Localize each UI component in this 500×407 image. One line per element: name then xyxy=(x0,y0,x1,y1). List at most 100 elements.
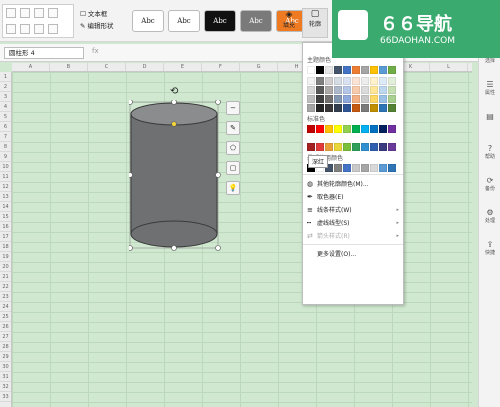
color-swatch[interactable] xyxy=(352,104,360,112)
color-swatch[interactable] xyxy=(370,66,378,74)
color-swatch[interactable] xyxy=(352,77,360,85)
color-swatch[interactable] xyxy=(343,104,351,112)
row-header[interactable]: 26 xyxy=(0,322,11,332)
color-swatch[interactable] xyxy=(352,66,360,74)
row-header[interactable]: 6 xyxy=(0,122,11,132)
row-header[interactable]: 13 xyxy=(0,192,11,202)
shape-fill-icon[interactable]: ⬠ xyxy=(226,141,240,155)
line-style-swatch[interactable] xyxy=(48,8,58,18)
column-header[interactable]: F xyxy=(202,63,240,71)
row-header[interactable]: 3 xyxy=(0,92,11,102)
row-header[interactable]: 22 xyxy=(0,282,11,292)
row-header[interactable]: 33 xyxy=(0,392,11,402)
row-header[interactable]: 10 xyxy=(0,162,11,172)
color-swatch[interactable] xyxy=(361,125,369,133)
line-style-swatch[interactable] xyxy=(20,24,30,34)
side-panel-item[interactable]: ⇪ 快捷 xyxy=(479,240,500,266)
row-header[interactable]: 29 xyxy=(0,352,11,362)
side-panel-item[interactable]: ⚙ 处理 xyxy=(479,208,500,234)
line-style-swatch[interactable] xyxy=(48,24,58,34)
menu-item[interactable]: ✒ 取色器(E) xyxy=(303,190,403,203)
column-header[interactable]: C xyxy=(88,63,126,71)
color-swatch[interactable] xyxy=(334,86,342,94)
minus-icon[interactable]: − xyxy=(226,101,240,115)
color-swatch[interactable] xyxy=(316,125,324,133)
color-swatch[interactable] xyxy=(334,66,342,74)
row-header[interactable]: 4 xyxy=(0,102,11,112)
color-swatch[interactable] xyxy=(325,104,333,112)
color-swatch[interactable] xyxy=(316,143,324,151)
outline-button[interactable]: ▢ 轮廓 xyxy=(302,8,328,38)
color-swatch[interactable] xyxy=(370,95,378,103)
side-panel-item[interactable]: ? 帮助 xyxy=(479,144,500,170)
color-swatch[interactable] xyxy=(334,77,342,85)
row-header[interactable]: 17 xyxy=(0,232,11,242)
row-header[interactable]: 14 xyxy=(0,202,11,212)
color-swatch[interactable] xyxy=(334,104,342,112)
row-header[interactable]: 24 xyxy=(0,302,11,312)
line-style-swatch[interactable] xyxy=(20,8,30,18)
color-swatch[interactable] xyxy=(316,95,324,103)
color-swatch[interactable] xyxy=(343,95,351,103)
color-swatch[interactable] xyxy=(307,95,315,103)
color-swatch[interactable] xyxy=(388,164,396,172)
color-swatch[interactable] xyxy=(379,143,387,151)
row-header[interactable]: 30 xyxy=(0,362,11,372)
color-swatch[interactable] xyxy=(361,164,369,172)
menu-item[interactable]: ◍ 其他轮廓颜色(M)... xyxy=(303,177,403,190)
crop-icon[interactable]: ▢ xyxy=(226,161,240,175)
line-styles-gallery[interactable] xyxy=(2,4,74,38)
shape-style-button[interactable]: Abc xyxy=(204,10,236,32)
fill-button[interactable]: ◈ 填充 xyxy=(280,10,298,36)
color-swatch[interactable] xyxy=(361,77,369,85)
color-swatch[interactable] xyxy=(325,86,333,94)
color-swatch[interactable] xyxy=(370,77,378,85)
row-header[interactable]: 16 xyxy=(0,222,11,232)
column-header[interactable]: A xyxy=(12,63,50,71)
line-style-swatch[interactable] xyxy=(6,24,16,34)
color-swatch[interactable] xyxy=(325,95,333,103)
row-header[interactable]: 12 xyxy=(0,182,11,192)
text-box-button[interactable]: ☐ 文本框 xyxy=(80,8,114,20)
color-swatch[interactable] xyxy=(388,143,396,151)
side-panel-item[interactable]: ☰ 属性 xyxy=(479,80,500,106)
row-header[interactable]: 25 xyxy=(0,312,11,322)
line-style-swatch[interactable] xyxy=(34,8,44,18)
row-header[interactable]: 21 xyxy=(0,272,11,282)
fx-icon[interactable]: fx xyxy=(92,47,99,55)
color-swatch[interactable] xyxy=(379,125,387,133)
color-swatch[interactable] xyxy=(352,95,360,103)
color-swatch[interactable] xyxy=(388,125,396,133)
row-header[interactable]: 11 xyxy=(0,172,11,182)
column-header[interactable]: L xyxy=(430,63,468,71)
color-swatch[interactable] xyxy=(307,125,315,133)
color-swatch[interactable] xyxy=(334,95,342,103)
color-swatch[interactable] xyxy=(334,125,342,133)
color-swatch[interactable] xyxy=(388,66,396,74)
color-swatch[interactable] xyxy=(388,77,396,85)
row-header[interactable]: 7 xyxy=(0,132,11,142)
row-header[interactable]: 20 xyxy=(0,262,11,272)
color-swatch[interactable] xyxy=(370,125,378,133)
color-swatch[interactable] xyxy=(379,66,387,74)
row-header[interactable]: 28 xyxy=(0,342,11,352)
rotate-handle-icon[interactable]: ⟲ xyxy=(170,86,178,97)
row-header[interactable]: 27 xyxy=(0,332,11,342)
pen-icon[interactable]: ✎ xyxy=(226,121,240,135)
color-swatch[interactable] xyxy=(316,77,324,85)
color-swatch[interactable] xyxy=(343,86,351,94)
color-swatch[interactable] xyxy=(379,86,387,94)
cylinder-shape[interactable] xyxy=(127,99,223,254)
row-header[interactable]: 2 xyxy=(0,82,11,92)
color-swatch[interactable] xyxy=(370,86,378,94)
color-swatch[interactable] xyxy=(361,86,369,94)
color-swatch[interactable] xyxy=(343,164,351,172)
lightbulb-icon[interactable]: 💡 xyxy=(226,181,240,195)
color-swatch[interactable] xyxy=(361,66,369,74)
column-header[interactable]: D xyxy=(126,63,164,71)
color-swatch[interactable] xyxy=(343,125,351,133)
shape-style-button[interactable]: Abc xyxy=(132,10,164,32)
color-swatch[interactable] xyxy=(379,95,387,103)
name-box[interactable]: 圆柱形 4 xyxy=(4,47,84,59)
color-swatch[interactable] xyxy=(361,104,369,112)
